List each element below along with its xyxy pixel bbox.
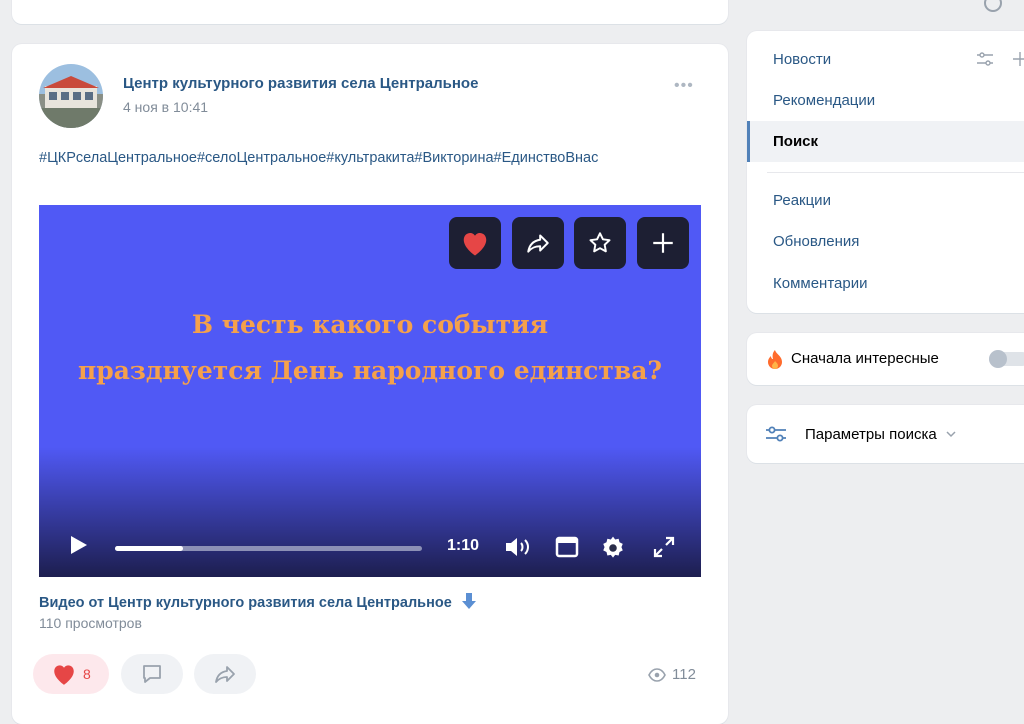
profile-icon[interactable] xyxy=(984,0,1002,12)
post-views: 112 xyxy=(648,666,696,683)
video-controls: 1:10 xyxy=(39,517,701,577)
star-icon xyxy=(589,232,611,253)
nav-item-search[interactable]: Поиск xyxy=(747,121,1024,162)
video-duration: 1:10 xyxy=(447,537,480,554)
nav-item-recommendations[interactable]: Рекомендации xyxy=(747,80,1024,121)
video-progress-bar[interactable] xyxy=(115,546,422,551)
views-count: 112 xyxy=(672,666,696,683)
sliders-icon xyxy=(766,426,786,442)
video-caption-line1: В честь какого события xyxy=(191,310,549,339)
post-author-name[interactable]: Центр культурного развития села Централь… xyxy=(123,75,478,92)
volume-icon[interactable] xyxy=(503,535,533,559)
video-progress-fill xyxy=(115,546,183,551)
share-video-button[interactable] xyxy=(512,217,564,269)
share-icon xyxy=(527,234,549,253)
author-avatar[interactable] xyxy=(39,64,103,128)
filter-settings-icon[interactable] xyxy=(976,51,994,67)
post-hashtags[interactable]: #ЦКРселаЦентральное#селоЦентральное#куль… xyxy=(39,146,704,170)
video-caption-line2: празднуется День народного единства? xyxy=(77,356,663,385)
add-video-button[interactable] xyxy=(637,217,689,269)
nav-item-reactions[interactable]: Реакции xyxy=(747,180,1024,221)
fullscreen-icon[interactable] xyxy=(652,535,676,559)
share-button[interactable] xyxy=(194,654,256,694)
post-date[interactable]: 4 ноя в 10:41 xyxy=(123,99,208,115)
like-button[interactable]: 8 xyxy=(33,654,109,694)
nav-divider xyxy=(767,172,1024,173)
nav-item-comments[interactable]: Комментарии xyxy=(747,263,1024,304)
interesting-first-label: Сначала интересные xyxy=(791,350,939,367)
arrow-down-icon xyxy=(461,593,476,609)
play-icon[interactable] xyxy=(67,534,89,556)
interesting-first-card[interactable]: Сначала интересные xyxy=(747,333,1024,385)
comment-icon xyxy=(143,665,161,683)
nav-tools xyxy=(976,51,1024,72)
video-title-text: Видео от Центр культурного развития села… xyxy=(39,595,452,611)
share-icon xyxy=(215,666,235,683)
like-video-button[interactable] xyxy=(449,217,501,269)
feed-navigation: Новости Рекомендации Поиск Реакции Обнов… xyxy=(747,31,1024,313)
video-views-count: 110 просмотров xyxy=(39,615,142,631)
search-params-text: Параметры поиска xyxy=(805,426,937,443)
post-card: Центр культурного развития села Централь… xyxy=(12,44,728,724)
search-params-label: Параметры поиска xyxy=(805,426,957,443)
add-icon[interactable] xyxy=(1012,51,1024,67)
search-params-card[interactable]: Параметры поиска xyxy=(747,405,1024,463)
comment-button[interactable] xyxy=(121,654,183,694)
more-options-icon[interactable]: ••• xyxy=(674,77,694,95)
favorite-video-button[interactable] xyxy=(574,217,626,269)
settings-gear-icon[interactable] xyxy=(600,535,626,561)
heart-icon xyxy=(463,233,487,256)
miniplayer-icon[interactable] xyxy=(555,535,579,559)
eye-icon xyxy=(648,667,666,682)
toggle-knob xyxy=(989,350,1007,368)
heart-icon xyxy=(54,665,74,685)
likes-count: 8 xyxy=(83,666,91,682)
interesting-first-toggle[interactable] xyxy=(989,350,1024,368)
chevron-down-icon xyxy=(946,431,956,438)
fire-icon xyxy=(768,350,782,369)
previous-post-card xyxy=(12,0,728,24)
video-player[interactable]: В честь какого события празднуется День … xyxy=(39,205,701,577)
nav-item-updates[interactable]: Обновления xyxy=(747,221,1024,262)
plus-icon xyxy=(653,233,673,253)
video-title-link[interactable]: Видео от Центр культурного развития села… xyxy=(39,592,478,611)
